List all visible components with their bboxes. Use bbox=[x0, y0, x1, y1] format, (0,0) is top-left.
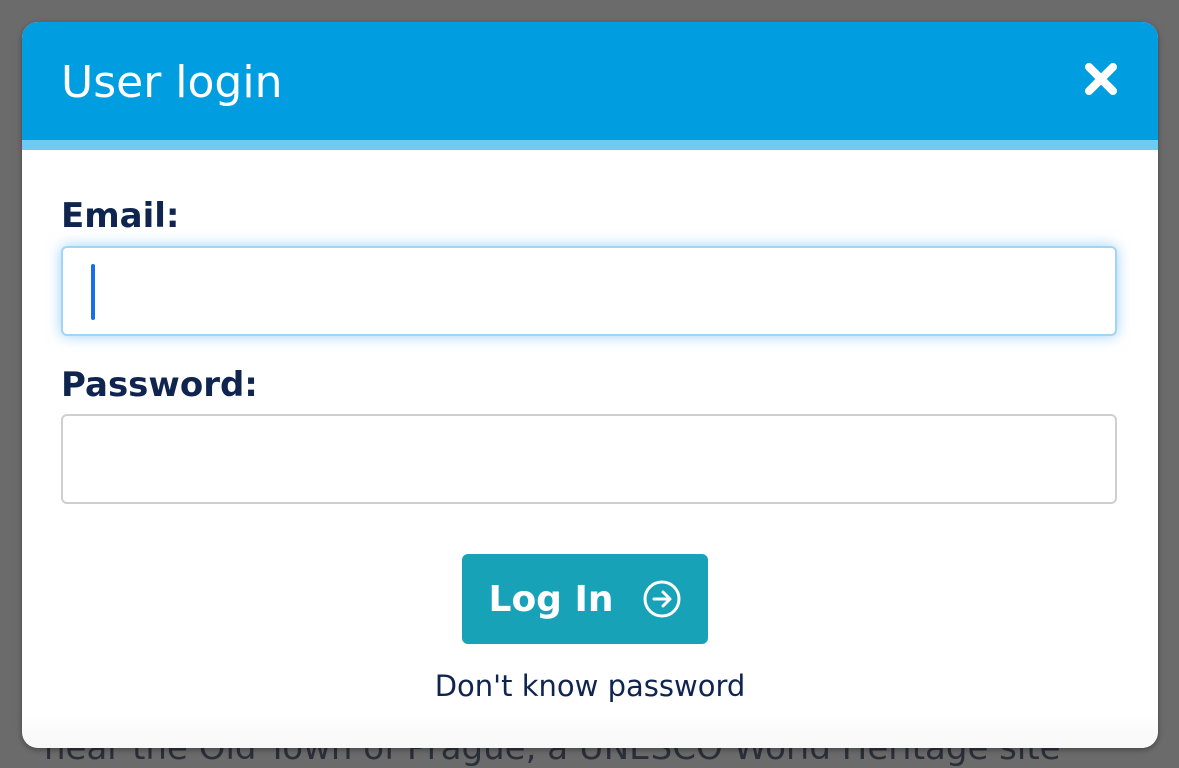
login-button-label: Log In bbox=[488, 578, 614, 620]
modal-bottom-fade bbox=[22, 712, 1158, 748]
close-button[interactable] bbox=[1082, 60, 1120, 98]
text-caret bbox=[91, 264, 95, 320]
login-button[interactable]: Log In bbox=[462, 554, 708, 644]
login-modal: User login Email: Password: Log In Don't… bbox=[22, 22, 1158, 748]
password-input[interactable] bbox=[61, 414, 1117, 504]
email-label: Email: bbox=[61, 196, 180, 236]
password-label: Password: bbox=[61, 365, 258, 405]
forgot-password-link[interactable]: Don't know password bbox=[22, 668, 1158, 704]
close-icon bbox=[1085, 63, 1117, 95]
modal-header: User login bbox=[22, 22, 1158, 140]
email-input[interactable] bbox=[61, 246, 1117, 336]
arrow-right-circle-icon bbox=[642, 579, 682, 619]
header-stripe bbox=[22, 140, 1158, 150]
modal-title: User login bbox=[61, 57, 283, 108]
